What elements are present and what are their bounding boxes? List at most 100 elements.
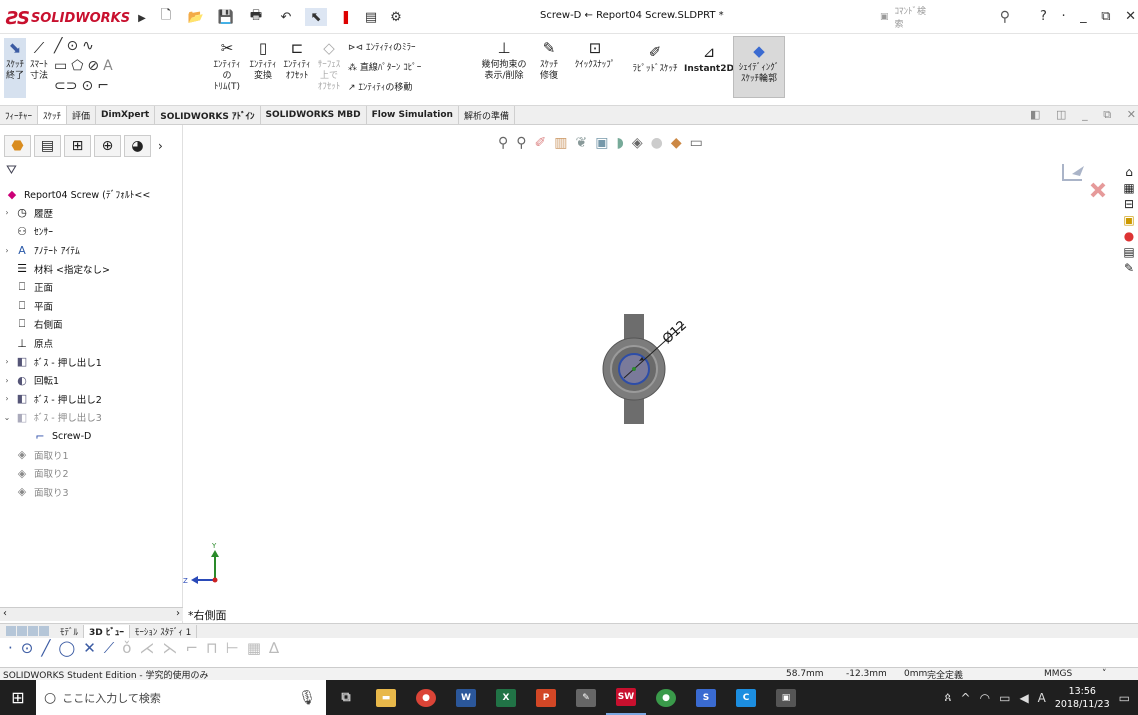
tab-evaluate[interactable]: 評価	[67, 106, 97, 124]
point-icon[interactable]: ⊙	[81, 78, 93, 94]
feature-manager-tab-icon[interactable]: ⬣	[4, 135, 31, 157]
next-tab-icon[interactable]	[28, 626, 38, 636]
tangent-tool-icon[interactable]: ⋌	[139, 639, 154, 657]
circle-icon[interactable]: ⊙	[66, 38, 78, 54]
appearances-icon[interactable]: ●	[1124, 229, 1134, 243]
expand-icon[interactable]: ›	[2, 394, 12, 403]
doc-minimize-button[interactable]: _	[1082, 108, 1088, 124]
view-settings-icon[interactable]: ▭	[690, 135, 703, 151]
command-search-input[interactable]: ｺﾏﾝﾄﾞ検索	[895, 4, 928, 30]
tab-features[interactable]: ﾌｨｰﾁｬｰ	[0, 106, 39, 124]
resources-icon[interactable]: ▦	[1123, 181, 1134, 195]
tile-icon[interactable]: ◧	[1030, 108, 1040, 124]
menu-arrow-icon[interactable]: ▶	[138, 13, 146, 24]
smart-dimension-button[interactable]: ⟋ ｽﾏｰﾄ 寸法	[28, 38, 50, 82]
diameter-dimension[interactable]: Ø12	[660, 318, 690, 347]
tab-dimxpert[interactable]: DimXpert	[96, 106, 156, 124]
expand-icon[interactable]: ›	[2, 357, 12, 366]
volume-icon[interactable]: ◀	[1019, 691, 1028, 705]
apply-scene-icon[interactable]: ◆	[671, 135, 682, 151]
command-search[interactable]: ▣ ｺﾏﾝﾄﾞ検索 ⚲	[880, 7, 1010, 30]
tree-item-annotations[interactable]: › A ｱﾉﾃｰﾄ ｱｲﾃﾑ	[2, 241, 182, 260]
help-icon[interactable]: ?	[1040, 9, 1047, 24]
arc-icon[interactable]: ⊘	[87, 58, 99, 74]
zoom-area-icon[interactable]: ⚲	[516, 135, 526, 151]
offset-entities-button[interactable]: ⊏ ｴﾝﾃｨﾃｨ ｵﾌｾｯﾄ	[282, 38, 312, 82]
file-properties-icon[interactable]: ▤	[360, 8, 382, 26]
scroll-right-icon[interactable]: ›	[176, 608, 180, 619]
filter-icon[interactable]: ⛛	[6, 163, 17, 178]
tree-item-boss3[interactable]: ⌄ ◧ ﾎﾞｽ - 押し出し3	[2, 408, 182, 427]
tree-item-right-plane[interactable]: ⎕ 右側面	[2, 315, 182, 334]
scroll-left-icon[interactable]: ‹	[3, 608, 7, 619]
configuration-manager-tab-icon[interactable]: ⊞	[64, 135, 91, 157]
tray-expand-icon[interactable]: ^	[961, 691, 971, 705]
tree-item-sensors[interactable]: ⚇ ｾﾝｻｰ	[2, 222, 182, 241]
instant2d-button[interactable]: ⊿ Instant2D	[684, 42, 734, 75]
search-icon[interactable]: ⚲	[1000, 9, 1010, 25]
point-tool-icon[interactable]: ·	[8, 639, 13, 657]
display-manager-tab-icon[interactable]: ◕	[124, 135, 151, 157]
dimxpert-manager-tab-icon[interactable]: ⊕	[94, 135, 121, 157]
print-icon[interactable]: 🖶	[245, 8, 267, 26]
mirror-entities-button[interactable]: ⊳⊲ ｴﾝﾃｨﾃｨのﾐﾗｰ	[348, 38, 421, 58]
tree-item-material[interactable]: ☰ 材料 <指定なし>	[2, 259, 182, 278]
home-icon[interactable]: ⌂	[1125, 165, 1133, 179]
tab-addins[interactable]: SOLIDWORKS ｱﾄﾞｲﾝ	[155, 106, 261, 124]
design-library-icon[interactable]: ⊟	[1124, 197, 1134, 211]
tab-3d-view[interactable]: 3D ﾋﾞｭｰ	[84, 624, 130, 638]
spline-icon[interactable]: ∿	[82, 38, 94, 54]
tree-item-boss2[interactable]: › ◧ ﾎﾞｽ - 押し出し2	[2, 390, 182, 409]
tree-item-sketch[interactable]: ⌐ Screw-D	[2, 427, 182, 446]
tree-item-top-plane[interactable]: ⎕ 平面	[2, 297, 182, 316]
cortana-app-icon[interactable]: C	[726, 680, 766, 715]
tab-flow-simulation[interactable]: Flow Simulation	[367, 106, 459, 124]
first-tab-icon[interactable]	[6, 626, 16, 636]
exit-sketch-corner-icon[interactable]	[1062, 164, 1084, 181]
text-icon[interactable]: A	[103, 58, 113, 74]
restore-button[interactable]: ⧉	[1101, 9, 1110, 24]
tree-item-chamfer3[interactable]: ◈ 面取り3	[2, 483, 182, 502]
tab-mbd[interactable]: SOLIDWORKS MBD	[261, 106, 367, 124]
solidworks-app-icon[interactable]: SW	[606, 680, 646, 715]
section-view-icon[interactable]: ▥	[554, 135, 567, 151]
chrome-app-icon[interactable]: ●	[406, 680, 446, 715]
tab-motion-study[interactable]: ﾓｰｼｮﾝ ｽﾀﾃﾞｨ 1	[130, 624, 198, 638]
paint-app-icon[interactable]: ✎	[566, 680, 606, 715]
custom-properties-icon[interactable]: ▤	[1123, 245, 1134, 259]
previous-view-icon[interactable]: ✐	[535, 135, 547, 151]
slot-icon[interactable]: ⊂⊃	[54, 78, 77, 94]
fillet-tool-icon[interactable]: ∆	[269, 639, 279, 657]
minimize-button[interactable]: _	[1080, 9, 1087, 24]
display-style-icon[interactable]: ◗	[616, 135, 623, 151]
tab-sketch[interactable]: ｽｹｯﾁ	[38, 106, 68, 124]
property-manager-tab-icon[interactable]: ▤	[34, 135, 61, 157]
tree-item-revolve[interactable]: › ◐ 回転1	[2, 371, 182, 390]
new-window-icon[interactable]: ◫	[1056, 108, 1066, 124]
hide-show-icon[interactable]: ◈	[632, 135, 643, 151]
rapid-sketch-button[interactable]: ✐ ﾗﾋﾟｯﾄﾞｽｹｯﾁ	[626, 42, 684, 75]
taskbar-search-input[interactable]: ここに入力して検索	[62, 690, 161, 706]
trim-entities-button[interactable]: ✂ ｴﾝﾃｨﾃｨの ﾄﾘﾑ(T)	[210, 38, 244, 93]
select-icon[interactable]: ⬉	[305, 8, 327, 26]
doc-restore-button[interactable]: ⧉	[1103, 108, 1111, 124]
tree-item-history[interactable]: › ◷ 履歴	[2, 204, 182, 223]
panel-scrollbar[interactable]: ‹ ›	[0, 607, 183, 621]
store-app-icon[interactable]: ▣	[766, 680, 806, 715]
exit-sketch-button[interactable]: ⬊ ｽｹｯﾁ 終了	[4, 38, 26, 98]
word-app-icon[interactable]: W	[446, 680, 486, 715]
excel-app-icon[interactable]: X	[486, 680, 526, 715]
forum-icon[interactable]: ✎	[1124, 261, 1134, 275]
line-tool-icon[interactable]: ╱	[41, 639, 50, 657]
corner-rect-icon[interactable]: ⌐	[185, 639, 198, 657]
fillet-icon[interactable]: ⌐	[97, 78, 109, 94]
unit-system[interactable]: MMGS	[1044, 669, 1072, 679]
task-view-icon[interactable]: ⧉	[326, 680, 366, 715]
tree-item-front-plane[interactable]: ⎕ 正面	[2, 278, 182, 297]
mirror-tool-icon[interactable]: ⋋	[162, 639, 177, 657]
powerpoint-app-icon[interactable]: P	[526, 680, 566, 715]
expand-icon[interactable]: ›	[2, 376, 12, 385]
green-app-icon[interactable]: ●	[646, 680, 686, 715]
rectangle-icon[interactable]: ▭	[54, 58, 67, 74]
ime-indicator[interactable]: A	[1038, 691, 1046, 705]
